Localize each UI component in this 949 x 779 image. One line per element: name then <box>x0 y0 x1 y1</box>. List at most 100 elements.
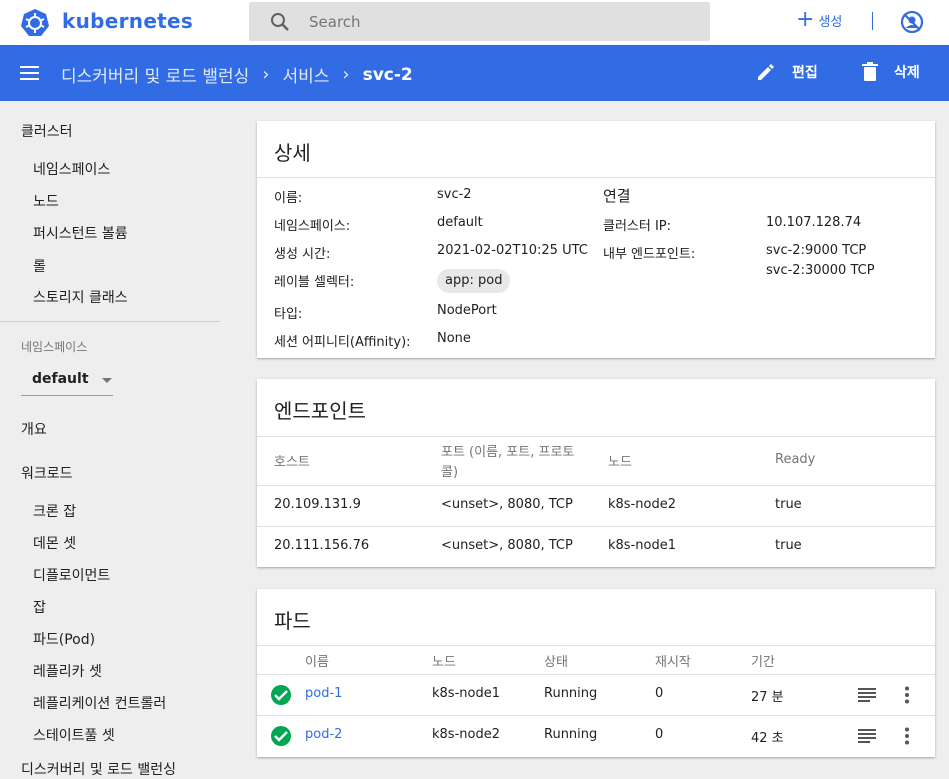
sidebar-item-namespaces[interactable]: 네임스페이스 <box>33 159 110 179</box>
pod-name-link[interactable]: pod-2 <box>305 727 342 742</box>
more-vert-icon[interactable] <box>904 686 910 704</box>
sidebar: 클러스터 네임스페이스 노드 퍼시스턴트 볼륨 롤 스토리지 클래스 네임스페이… <box>0 101 240 778</box>
breadcrumb-services[interactable]: 서비스 <box>282 62 329 87</box>
sidebar-item-nodes[interactable]: 노드 <box>33 191 59 211</box>
sidebar-item-jobs[interactable]: 잡 <box>33 597 46 617</box>
pods-card: 파드 이름 노드 상태 재시작 기간 pod-1 k8s-node1 Runni… <box>257 589 935 757</box>
sidebar-item-cron-jobs[interactable]: 크론 잡 <box>33 501 76 521</box>
logs-icon[interactable] <box>858 729 876 743</box>
chevron-right-icon: › <box>262 64 270 85</box>
create-button[interactable]: + 생성 <box>796 8 842 32</box>
create-label: 생성 <box>818 14 843 30</box>
pod-node: k8s-node1 <box>432 686 500 701</box>
endpoints-title: 엔드포인트 <box>274 399 366 423</box>
sidebar-item-replication-controllers[interactable]: 레플리케이션 컨트롤러 <box>33 693 166 713</box>
brand-name[interactable]: kubernetes <box>62 9 193 33</box>
breadcrumb-discovery[interactable]: 디스커버리 및 로드 밸런싱 <box>61 62 249 87</box>
sidebar-item-stateful-sets[interactable]: 스테이트풀 셋 <box>33 725 115 745</box>
sidebar-item-pods[interactable]: 파드(Pod) <box>33 629 95 649</box>
sidebar-item-roles[interactable]: 롤 <box>33 256 46 276</box>
header-divider <box>872 12 873 30</box>
type-label: 타입: <box>274 307 303 322</box>
row-divider <box>257 526 935 527</box>
card-divider <box>257 177 935 178</box>
pod-status: Running <box>544 727 598 742</box>
sidebar-item-cluster[interactable]: 클러스터 <box>21 121 73 141</box>
namespace-select-value: default <box>32 371 89 387</box>
sidebar-item-workloads[interactable]: 워크로드 <box>21 463 73 483</box>
column-header-ports-cont: 콜) <box>441 465 459 480</box>
internal-endpoint-value: svc-2:30000 TCP <box>766 263 875 278</box>
column-header-node: 노드 <box>608 455 632 470</box>
column-header-restarts: 재시작 <box>655 655 691 670</box>
sidebar-item-storage-classes[interactable]: 스토리지 클래스 <box>33 287 128 307</box>
card-divider <box>257 645 935 646</box>
cluster-ip-label: 클러스터 IP: <box>603 219 672 234</box>
endpoint-ports: <unset>, 8080, TCP <box>441 497 573 512</box>
card-divider <box>257 436 935 437</box>
connection-title: 연결 <box>603 187 631 205</box>
details-card: 상세 이름: svc-2 네임스페이스: default 생성 시간: 2021… <box>257 121 935 358</box>
column-header-status: 상태 <box>544 655 568 670</box>
pod-restarts: 0 <box>655 727 664 742</box>
delete-button[interactable]: 삭제 <box>862 62 920 82</box>
check-circle-icon <box>271 726 291 746</box>
internal-endpoints-label: 내부 엔드포인트: <box>603 247 696 262</box>
column-header-ready: Ready <box>775 452 816 467</box>
created-value: 2021-02-02T10:25 UTC <box>437 243 588 258</box>
sidebar-divider <box>0 321 220 322</box>
endpoint-node: k8s-node2 <box>608 497 676 512</box>
sidebar-item-discovery[interactable]: 디스커버리 및 로드 밸런싱 <box>21 759 176 779</box>
menu-icon[interactable] <box>20 64 40 82</box>
pod-name-link[interactable]: pod-1 <box>305 686 342 701</box>
internal-endpoint-value: svc-2:9000 TCP <box>766 243 867 258</box>
column-header-ports: 포트 (이름, 포트, 프로토 <box>441 445 575 460</box>
column-header-name: 이름 <box>305 655 329 670</box>
user-off-icon[interactable] <box>900 10 924 34</box>
sidebar-item-persistent-volumes[interactable]: 퍼시스턴트 볼륨 <box>33 223 128 243</box>
nav-bar: 디스커버리 및 로드 밸런싱 › 서비스 › svc-2 편집 삭제 <box>0 45 949 101</box>
delete-label: 삭제 <box>894 65 920 81</box>
edit-button[interactable]: 편집 <box>756 62 818 82</box>
sidebar-item-daemon-sets[interactable]: 데몬 셋 <box>33 533 76 553</box>
logs-icon[interactable] <box>858 688 876 702</box>
sidebar-item-overview[interactable]: 개요 <box>21 419 47 439</box>
namespace-value: default <box>437 215 483 230</box>
name-value: svc-2 <box>437 187 472 202</box>
namespace-select[interactable]: default <box>21 369 113 396</box>
breadcrumb-current: svc-2 <box>362 64 413 85</box>
pod-status: Running <box>544 686 598 701</box>
sidebar-item-deployments[interactable]: 디플로이먼트 <box>33 565 110 585</box>
caret-down-icon <box>102 378 112 383</box>
pods-title: 파드 <box>274 609 311 633</box>
affinity-value: None <box>437 331 471 346</box>
pod-age: 27 분 <box>751 690 784 705</box>
namespace-selector-label: 네임스페이스 <box>21 340 88 354</box>
column-header-host: 호스트 <box>274 455 310 470</box>
details-title: 상세 <box>274 141 311 165</box>
selector-label: 레이블 셀렉터: <box>274 275 355 290</box>
kubernetes-logo-icon[interactable] <box>20 8 50 38</box>
top-bar: kubernetes + 생성 <box>0 0 949 45</box>
sidebar-item-replica-sets[interactable]: 레플리카 셋 <box>33 661 102 681</box>
endpoints-card: 엔드포인트 호스트 포트 (이름, 포트, 프로토 콜) 노드 Ready 20… <box>257 379 935 567</box>
endpoint-node: k8s-node1 <box>608 538 676 553</box>
selector-chip: app: pod <box>437 269 511 293</box>
type-value: NodePort <box>437 303 497 318</box>
name-label: 이름: <box>274 191 303 206</box>
pod-node: k8s-node2 <box>432 727 500 742</box>
namespace-label: 네임스페이스: <box>274 219 351 234</box>
more-vert-icon[interactable] <box>904 727 910 745</box>
chevron-right-icon: › <box>342 64 350 85</box>
pod-restarts: 0 <box>655 686 664 701</box>
search-input[interactable] <box>309 2 689 41</box>
row-divider <box>257 674 935 675</box>
search-bar[interactable] <box>249 2 710 41</box>
edit-label: 편집 <box>792 65 818 81</box>
trash-icon <box>862 62 878 81</box>
column-header-node: 노드 <box>432 655 456 670</box>
column-header-age: 기간 <box>751 655 775 670</box>
cluster-ip-value: 10.107.128.74 <box>766 215 862 230</box>
created-label: 생성 시간: <box>274 247 331 262</box>
endpoint-ports: <unset>, 8080, TCP <box>441 538 573 553</box>
